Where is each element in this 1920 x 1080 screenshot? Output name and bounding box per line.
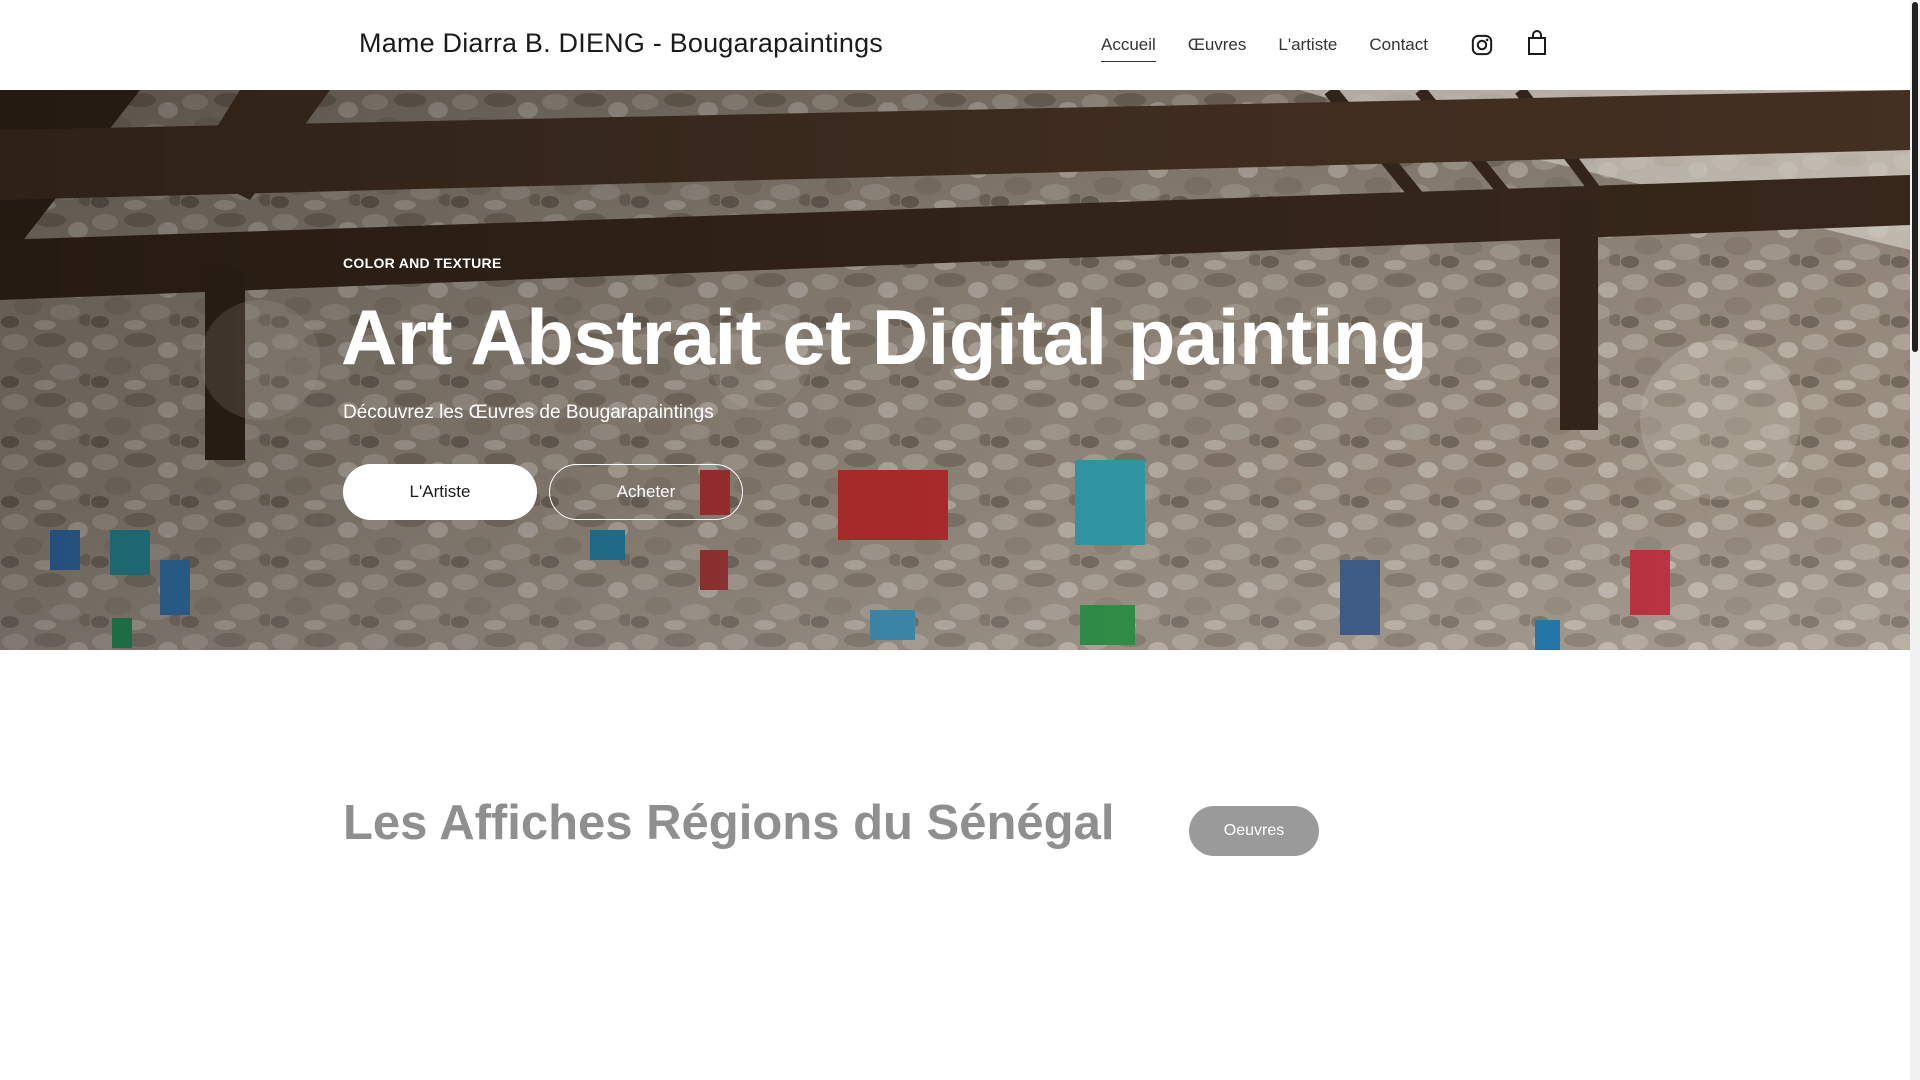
- nav-item-oeuvres[interactable]: Œuvres: [1188, 35, 1247, 61]
- oeuvres-button[interactable]: Oeuvres: [1189, 806, 1319, 856]
- site-header: Mame Diarra B. DIENG - Bougarapaintings …: [0, 0, 1910, 90]
- hero-subtitle: Découvrez les Œuvres de Bougarapaintings: [343, 402, 714, 423]
- nav-item-contact[interactable]: Contact: [1369, 35, 1428, 61]
- page: Mame Diarra B. DIENG - Bougarapaintings …: [0, 0, 1920, 1080]
- instagram-icon[interactable]: [1469, 32, 1495, 58]
- artiste-button[interactable]: L'Artiste: [343, 464, 537, 520]
- nav-item-artiste[interactable]: L'artiste: [1278, 35, 1337, 61]
- hero-eyebrow: COLOR AND TEXTURE: [343, 255, 502, 271]
- site-title[interactable]: Mame Diarra B. DIENG - Bougarapaintings: [359, 28, 883, 59]
- hero-title: Art Abstrait et Digital painting: [341, 293, 1428, 381]
- nav-item-accueil[interactable]: Accueil: [1101, 35, 1156, 62]
- section-title: Les Affiches Régions du Sénégal: [343, 796, 1115, 850]
- main-nav: Accueil Œuvres L'artiste Contact: [1101, 33, 1460, 63]
- acheter-button[interactable]: Acheter: [549, 464, 743, 520]
- viewport: Mame Diarra B. DIENG - Bougarapaintings …: [0, 0, 1910, 1080]
- hero-section: COLOR AND TEXTURE Art Abstrait et Digita…: [0, 90, 1910, 650]
- shopping-bag-icon[interactable]: [1524, 30, 1550, 56]
- vertical-scrollbar[interactable]: [1910, 0, 1920, 1080]
- scrollbar-thumb[interactable]: [1912, 2, 1918, 352]
